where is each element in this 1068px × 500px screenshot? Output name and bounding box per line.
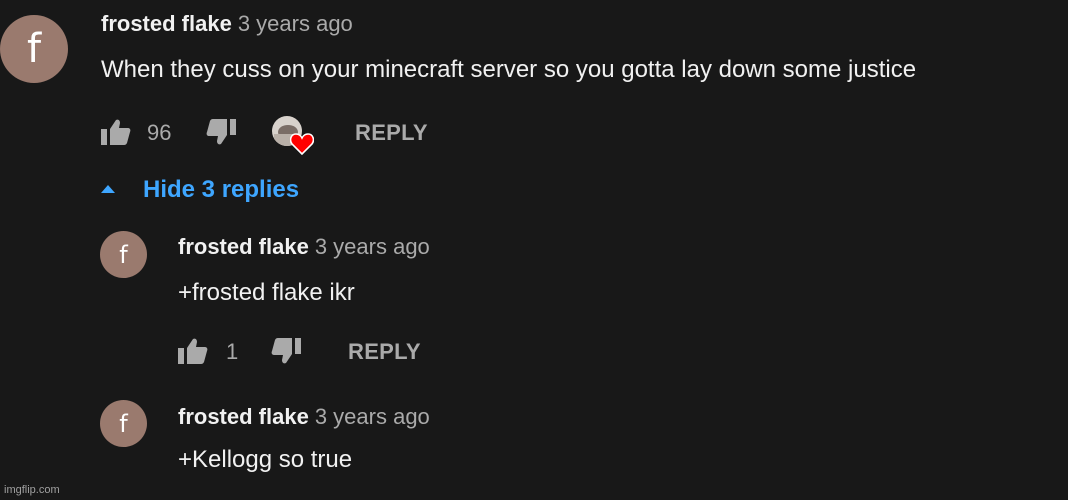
reply-author[interactable]: frosted flake — [178, 404, 309, 429]
reply-time[interactable]: 3 years ago — [315, 404, 430, 429]
reply-button[interactable]: REPLY — [348, 339, 421, 365]
reply-author[interactable]: frosted flake — [178, 234, 309, 259]
like-icon[interactable] — [178, 337, 208, 365]
reply-avatar[interactable]: f — [100, 400, 147, 447]
dislike-icon[interactable] — [206, 118, 236, 146]
avatar-letter: f — [119, 409, 128, 438]
dislike-icon[interactable] — [271, 337, 301, 365]
reply-time[interactable]: 3 years ago — [315, 234, 430, 259]
comment-avatar[interactable]: f — [0, 15, 68, 83]
reply-header: frosted flake 3 years ago — [178, 233, 430, 261]
hide-replies-button[interactable]: Hide 3 replies — [143, 176, 299, 204]
like-count: 96 — [147, 120, 172, 145]
reply-header: frosted flake 3 years ago — [178, 403, 430, 431]
reply-text: +frosted flake ikr — [178, 279, 355, 306]
avatar-letter: f — [119, 240, 128, 269]
reply-button[interactable]: REPLY — [355, 120, 428, 146]
creator-heart — [272, 116, 316, 156]
comment-author[interactable]: frosted flake — [101, 11, 232, 36]
reply-text: +Kellogg so true — [178, 446, 353, 473]
like-icon[interactable] — [101, 118, 131, 146]
watermark: imgflip.com — [4, 484, 60, 496]
comment-header: frosted flake 3 years ago — [101, 10, 353, 38]
caret-up-icon[interactable] — [101, 184, 115, 194]
comment-text: When they cuss on your minecraft server … — [101, 56, 917, 83]
comment-time[interactable]: 3 years ago — [238, 11, 353, 36]
reply-avatar[interactable]: f — [100, 231, 147, 278]
like-count: 1 — [226, 339, 239, 364]
heart-icon — [290, 133, 314, 155]
avatar-letter: f — [26, 26, 42, 72]
